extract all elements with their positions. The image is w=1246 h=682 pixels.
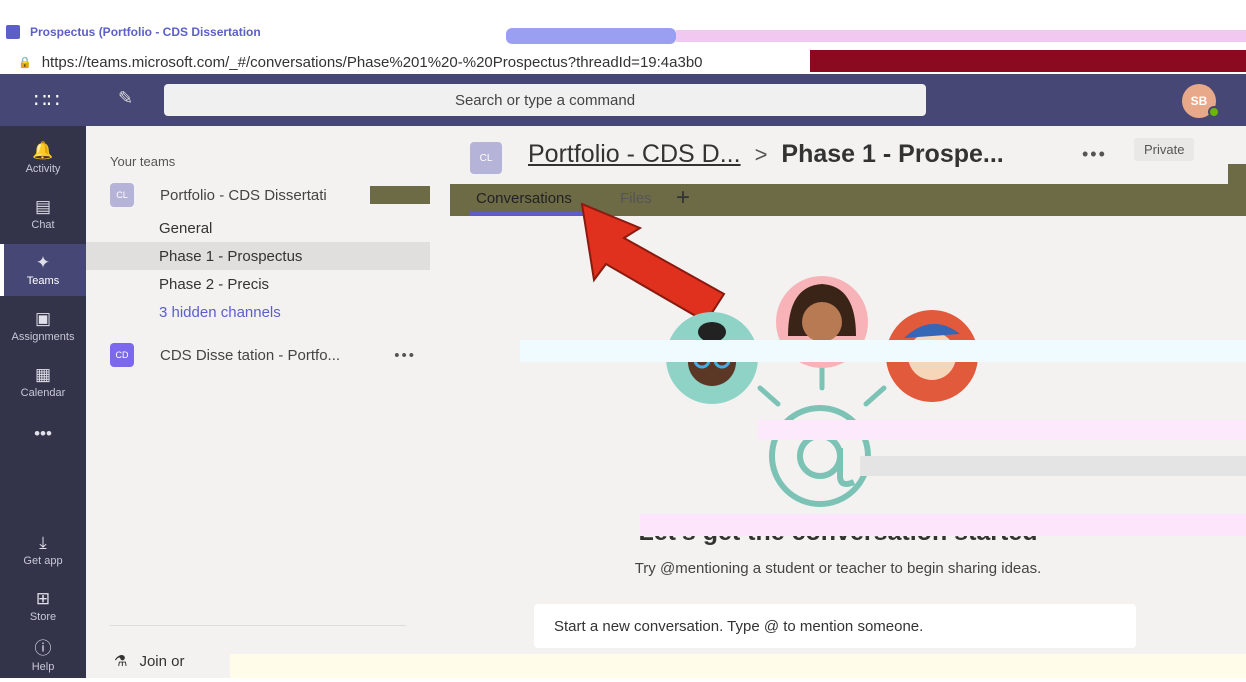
app-launcher-icon[interactable]: ∷∷ [34,88,59,113]
render-artifact [520,340,1246,362]
assignments-icon: ▣ [34,308,52,328]
rail-item-get-app[interactable]: ⤓ Get app [0,524,86,576]
presence-status-icon [1208,106,1220,118]
render-artifact [230,654,1246,678]
rail-item-chat[interactable]: ▤ Chat [0,188,86,240]
channel-general[interactable]: General [86,214,430,242]
team-name: Portfolio - CDS Dissertati [160,186,327,204]
new-conversation-input[interactable]: Start a new conversation. Type @ to ment… [534,604,1136,648]
rail-item-calendar[interactable]: ▦ Calendar [0,356,86,408]
browser-tab-title: Prospectus (Portfolio - CDS Dissertation [30,25,261,39]
rail-item-store[interactable]: ⊞ Store [0,580,86,632]
store-icon: ⊞ [35,588,51,608]
render-artifact [860,456,1246,476]
render-artifact [810,50,1246,72]
app-rail: 🔔 Activity ▤ Chat ✦ Teams ▣ Assignments … [0,126,86,678]
rail-item-activity[interactable]: 🔔 Activity [0,132,86,184]
team-item-cds[interactable]: CD CDS Disse tation - Portfo... ••• [86,340,430,370]
hidden-channels-link[interactable]: 3 hidden channels [86,298,430,326]
rail-item-help[interactable]: ⓘ Help [0,630,86,682]
teams-header: ∷∷ ✎ Search or type a command SB [0,74,1246,126]
team-badge: CD [110,343,134,367]
render-artifact [370,186,430,204]
address-url: https://teams.microsoft.com/_#/conversat… [41,53,703,71]
rail-item-teams[interactable]: ✦ Teams [0,244,86,296]
chat-icon: ▤ [34,196,52,216]
empty-state-subtitle: Try @mentioning a student or teacher to … [634,560,1042,577]
help-icon: ⓘ [34,638,52,658]
team-name: CDS Disse tation - Portfo... [160,346,341,364]
more-icon: ••• [34,424,52,443]
render-artifact [506,28,676,44]
channel-phase-2[interactable]: Phase 2 - Precis [86,270,430,298]
annotation-arrow [580,202,726,324]
search-input[interactable]: Search or type a command [164,84,926,116]
render-artifact [676,30,1246,42]
channel-main: CL Portfolio - CDS D... > Phase 1 - Pros… [430,126,1246,678]
teams-app-icon [6,25,20,39]
rail-item-assignments[interactable]: ▣ Assignments [0,300,86,352]
divider [110,625,406,626]
your-teams-heading: Your teams [110,154,176,169]
rail-more-button[interactable]: ••• [0,408,86,460]
render-artifact [640,514,1246,536]
render-artifact [758,420,1246,440]
new-chat-icon[interactable]: ✎ [118,88,133,109]
calendar-icon: ▦ [34,364,52,384]
teams-icon: ✦ [35,252,51,272]
team-badge: CL [110,183,134,207]
download-icon: ⤓ [39,532,47,552]
render-artifact [1228,164,1246,188]
empty-state-illustration [580,202,978,507]
join-or-create-team-button[interactable]: ⚗ Join or [114,652,184,671]
team-more-icon[interactable]: ••• [394,347,416,364]
channel-phase-1[interactable]: Phase 1 - Prospectus [86,242,430,270]
bell-icon: 🔔 [32,140,54,160]
add-team-icon: ⚗ [114,653,128,670]
teams-list-pane: Your teams CL Portfolio - CDS Dissertati… [86,126,430,678]
lock-icon: 🔒 [18,56,32,69]
